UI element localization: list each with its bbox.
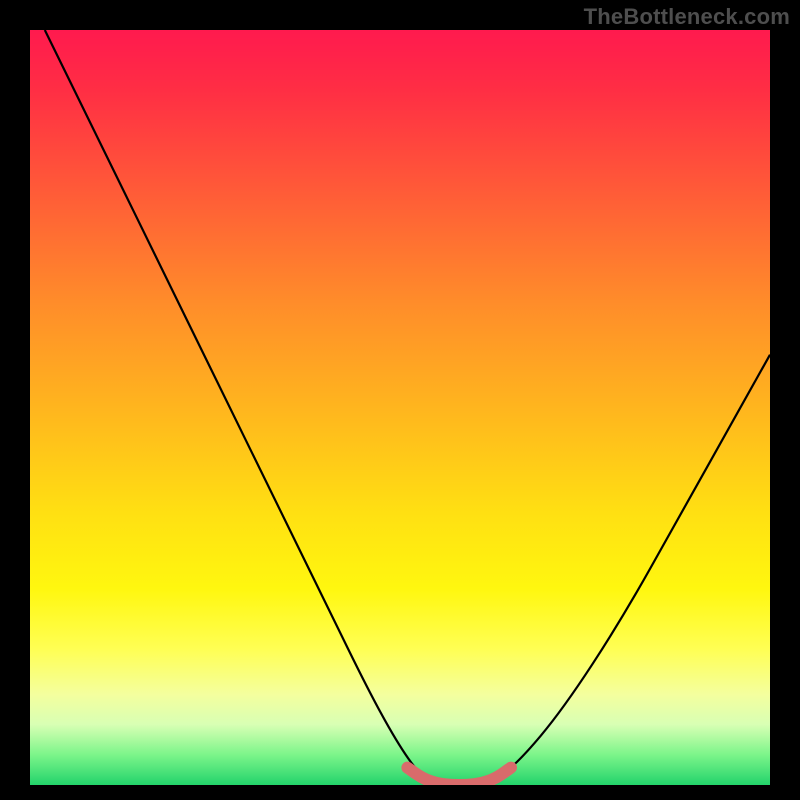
watermark-text: TheBottleneck.com	[584, 4, 790, 30]
chart-frame: TheBottleneck.com	[0, 0, 800, 800]
curve-left-branch	[45, 30, 445, 785]
chart-svg	[30, 30, 770, 785]
curve-right-branch	[489, 355, 770, 785]
optimal-marker	[407, 768, 511, 785]
plot-area	[30, 30, 770, 785]
